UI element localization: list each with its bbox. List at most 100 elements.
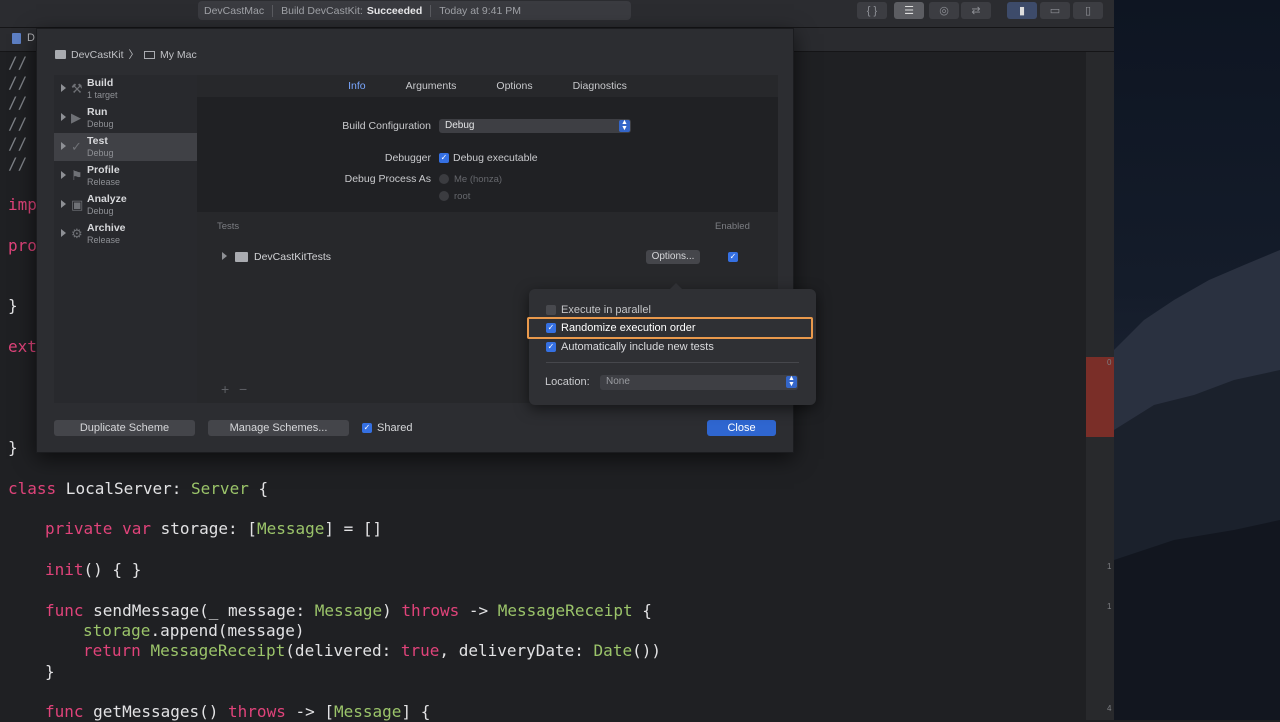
scheme-breadcrumb: DevCastKit 〉 My Mac (55, 47, 197, 62)
mountain-wallpaper (1114, 250, 1280, 720)
code-line: } (45, 662, 55, 681)
shared-checkbox[interactable]: ✓ (362, 423, 372, 433)
type-name: Message (314, 601, 383, 620)
build-configuration-label: Build Configuration (342, 120, 431, 132)
action-name: Run (87, 106, 108, 118)
inspector-toggle-button[interactable]: ▯ (1073, 2, 1103, 19)
code-line: // (8, 134, 28, 153)
right-panel-icon: ▯ (1084, 5, 1092, 17)
auto-include-tests-row[interactable]: ✓ Automatically include new tests (546, 340, 714, 354)
location-label: Location: (545, 376, 590, 388)
archive-icon: ⚙ (71, 226, 83, 241)
disclosure-triangle-icon[interactable] (222, 252, 227, 260)
code-line: return MessageReceipt(delivered: true, d… (83, 641, 661, 661)
action-name: Build (87, 77, 114, 89)
punctuation (141, 641, 151, 660)
code-line: pro (8, 236, 37, 255)
punctuation: ] = [] (324, 519, 383, 538)
standard-editor-button[interactable]: ☰ (894, 2, 924, 19)
test-options-popover: ✓ Execute in parallel ✓ Randomize execut… (529, 283, 816, 405)
minimap[interactable]: 0 1 1 4 (1086, 52, 1114, 720)
popover-divider (546, 362, 799, 363)
debug-executable-checkbox[interactable]: ✓ (439, 153, 449, 163)
keyword: return (83, 641, 141, 660)
execute-in-parallel-checkbox[interactable]: ✓ (546, 305, 556, 315)
radio-root (439, 191, 449, 201)
debug-area-toggle-button[interactable]: ▭ (1040, 2, 1070, 19)
auto-include-tests-checkbox[interactable]: ✓ (546, 342, 556, 352)
punctuation: { (248, 479, 269, 498)
hammer-icon: ⚒ (71, 81, 83, 96)
punctuation: ()) (632, 641, 661, 660)
duplicate-scheme-button[interactable]: Duplicate Scheme (54, 420, 195, 436)
disclosure-triangle-icon[interactable] (61, 142, 66, 150)
sidebar-item-run[interactable]: ▶ Run Debug (54, 104, 197, 132)
keyword: throws (401, 601, 460, 620)
editor-tab-title[interactable]: D (27, 32, 35, 44)
disclosure-triangle-icon[interactable] (61, 84, 66, 92)
code-line: // (8, 154, 28, 173)
action-subtitle: Debug (87, 148, 114, 158)
breadcrumb-project[interactable]: DevCastKit (71, 49, 124, 61)
add-test-button[interactable]: + (221, 381, 229, 397)
sidebar-item-test[interactable]: ✓ Test Debug (54, 133, 197, 161)
code-line: imp (8, 195, 37, 214)
arrows-icon: ⇄ (971, 5, 981, 17)
close-button[interactable]: Close (707, 420, 776, 436)
code-line: private var storage: [Message] = [] (45, 519, 382, 539)
assistant-editor-button[interactable]: ◎ (929, 2, 959, 19)
type-name: Date (593, 641, 633, 660)
action-subtitle: 1 target (87, 90, 118, 100)
info-settings-pane: Build Configuration Debug ▲ ▼ Debugger ✓ … (197, 97, 778, 212)
library-button[interactable]: { } (857, 2, 887, 19)
keyword: true (400, 641, 440, 660)
identifier: storage (83, 621, 151, 640)
rings-icon: ◎ (939, 5, 949, 17)
test-options-button[interactable]: Options... (646, 250, 700, 264)
sidebar-item-analyze[interactable]: ▣ Analyze Debug (54, 191, 197, 219)
execute-in-parallel-label: Execute in parallel (561, 304, 651, 316)
punctuation: () { } (83, 560, 142, 579)
test-enabled-checkbox[interactable]: ✓ (728, 252, 738, 262)
disclosure-triangle-icon[interactable] (61, 200, 66, 208)
navigator-toggle-button[interactable]: ▮ (1007, 2, 1037, 19)
version-editor-button[interactable]: ⇄ (961, 2, 991, 19)
sidebar-item-profile[interactable]: ⚑ Profile Release (54, 162, 197, 190)
punctuation: { (632, 601, 652, 620)
action-name: Analyze (87, 193, 127, 205)
build-configuration-popup[interactable]: Debug ▲ ▼ (439, 119, 631, 133)
disclosure-triangle-icon[interactable] (61, 113, 66, 121)
manage-schemes-button[interactable]: Manage Schemes... (208, 420, 349, 436)
swift-file-icon (12, 33, 21, 44)
minimap-highlight (1086, 357, 1114, 437)
identifier: , deliveryDate: (439, 641, 594, 660)
tab-arguments[interactable]: Arguments (386, 75, 477, 97)
test-bundle-row[interactable]: DevCastKitTests Options... ✓ (197, 249, 778, 267)
execute-in-parallel-row[interactable]: ✓ Execute in parallel (546, 303, 651, 317)
punctuation: -> [ (285, 702, 334, 721)
disclosure-triangle-icon[interactable] (61, 229, 66, 237)
type-name: MessageReceipt (497, 601, 633, 620)
minimap-line-number: 1 (1107, 562, 1112, 571)
activity-divider (272, 4, 274, 17)
identifier: LocalServer: (56, 479, 192, 498)
disclosure-triangle-icon[interactable] (61, 171, 66, 179)
analyze-icon: ▣ (71, 197, 84, 212)
location-value: None (606, 376, 630, 387)
breadcrumb-destination[interactable]: My Mac (160, 49, 197, 61)
lines-icon: ☰ (904, 5, 914, 17)
sidebar-item-archive[interactable]: ⚙ Archive Release (54, 220, 197, 248)
keyword: throws (228, 702, 286, 721)
location-popup[interactable]: None ▲ ▼ (600, 375, 798, 390)
test-bundle-folder-icon (235, 252, 248, 262)
play-icon: ▶ (71, 110, 81, 125)
remove-test-button[interactable]: − (239, 381, 247, 397)
action-subtitle: Release (87, 177, 121, 187)
tab-options[interactable]: Options (476, 75, 552, 97)
tab-info[interactable]: Info (328, 75, 386, 97)
activity-scheme[interactable]: DevCastMac (204, 5, 264, 17)
action-name: Profile (87, 164, 120, 176)
activity-viewer: DevCastMac Build DevCastKit: Succeeded T… (198, 1, 631, 20)
sidebar-item-build[interactable]: ⚒ Build 1 target (54, 75, 197, 103)
tab-diagnostics[interactable]: Diagnostics (553, 75, 647, 97)
